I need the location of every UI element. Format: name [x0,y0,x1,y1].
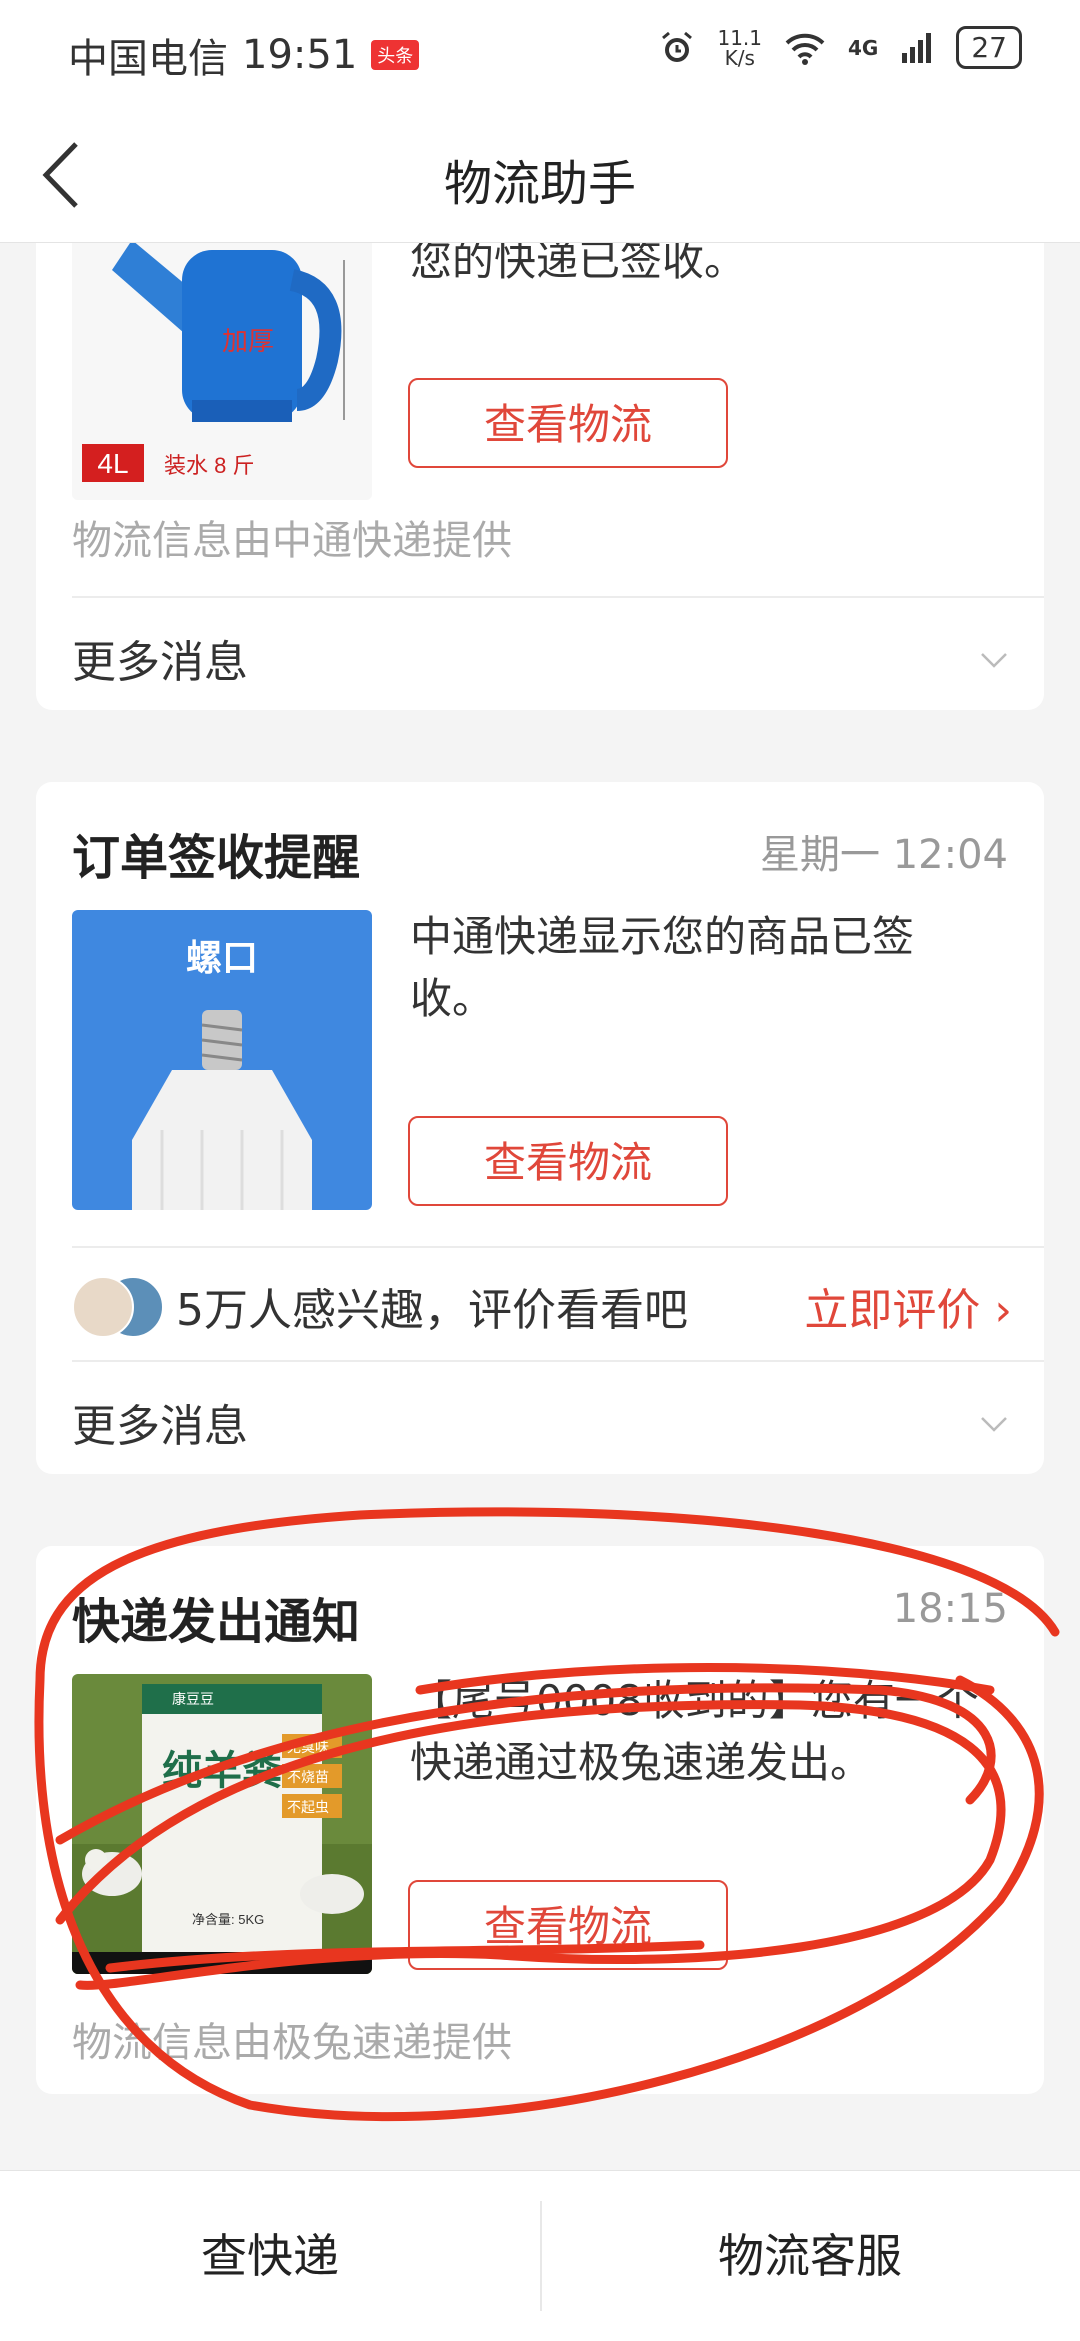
more-messages-toggle[interactable]: 更多消息 [72,1390,248,1454]
divider [72,596,1044,598]
divider [72,1246,1044,1248]
product-thumbnail-watering-can[interactable]: 加厚 4L 装水 8 斤 [72,200,372,500]
size-badge: 4L [97,448,128,479]
view-logistics-button[interactable]: 查看物流 [408,1116,728,1206]
product-thumbnail-bulb[interactable]: 螺口 [72,910,372,1210]
alarm-icon [662,31,693,62]
rate-now-link[interactable]: 立即评价 › [804,1274,1012,1338]
card-title: 快递发出通知 [72,1594,361,1650]
divider [72,1360,1044,1362]
app-header: 物流助手 [0,104,1080,243]
net-speed: 11.1 K/s [717,28,762,68]
net-speed-unit: K/s [724,45,755,70]
logistics-card-3: 快递发出通知 18:15 康豆豆 纯羊粪 无臭味 不烧苗 不起虫 净含量: 5K… [36,1546,1044,2094]
thumb-overlay-text: 螺口 [186,937,258,978]
message-text: 中通快递显示您的商品已签收。 [410,912,915,1023]
wifi-icon [785,33,825,65]
view-logistics-button[interactable]: 查看物流 [408,378,728,468]
product-tag: 无臭味 [287,1739,329,1755]
product-thumbnail-fertilizer[interactable]: 康豆豆 纯羊粪 无臭味 不烧苗 不起虫 净含量: 5KG [72,1674,372,1974]
light-bulb-image: 螺口 [72,910,372,1210]
watering-can-image: 加厚 4L 装水 8 斤 [72,200,372,500]
avatar [72,1276,134,1338]
avatar-group [72,1276,164,1338]
chevron-down-icon[interactable] [980,652,1008,668]
network-type-label: 4G [848,35,879,60]
tab-logistics-service[interactable]: 物流客服 [540,2171,1080,2341]
message-text: 【尾号0008收到的】您有一个快递通过极兔速递发出。 [410,1676,979,1787]
card-timestamp: 星期一 12:04 [760,832,1008,878]
product-name: 纯羊粪 [162,1749,282,1793]
logistics-card-1: 加厚 4L 装水 8 斤 您的快递已签收。 查看物流 物流信息由中通快递提供 更… [36,180,1044,710]
signal-icon [902,32,932,63]
more-messages-toggle[interactable]: 更多消息 [72,626,248,690]
provider-info: 物流信息由极兔速递提供 [72,2020,512,2066]
review-prompt-row[interactable]: 5万人感兴趣，评价看看吧 立即评价 › [72,1266,1012,1346]
product-tag: 不起虫 [287,1799,329,1815]
provider-info: 物流信息由中通快递提供 [72,518,512,564]
net-weight: 净含量: 5KG [192,1912,264,1927]
card-title: 订单签收提醒 [72,830,361,886]
battery-indicator: 27 [956,26,1022,69]
fertilizer-bag-image: 康豆豆 纯羊粪 无臭味 不烧苗 不起虫 净含量: 5KG [72,1674,372,1974]
app-notification-badge: 头条 [371,40,420,70]
view-logistics-button[interactable]: 查看物流 [408,1880,728,1970]
brand-label: 康豆豆 [172,1691,214,1707]
card-timestamp: 18:15 [892,1586,1008,1632]
net-speed-value: 11.1 [717,25,763,50]
clock: 19:51 [242,32,358,78]
thumb-overlay-text: 加厚 [222,326,274,356]
capacity-caption: 装水 8 斤 [164,453,254,478]
logistics-card-2: 订单签收提醒 星期一 12:04 螺口 中通快递显示您的商品已签收。 查看物流 … [36,782,1044,1474]
status-bar: 中国电信 19:51 头条 11.1 K/s 4G 27 [0,0,1080,104]
product-tag: 不烧苗 [287,1769,329,1785]
bottom-bar: 查快递 物流客服 [0,2170,1080,2341]
tab-track-package[interactable]: 查快递 [0,2171,540,2341]
carrier-label: 中国电信 [68,36,228,82]
page-title: 物流助手 [443,156,636,212]
interest-text: 5万人感兴趣，评价看看吧 [176,1285,688,1336]
chevron-down-icon[interactable] [980,1416,1008,1432]
